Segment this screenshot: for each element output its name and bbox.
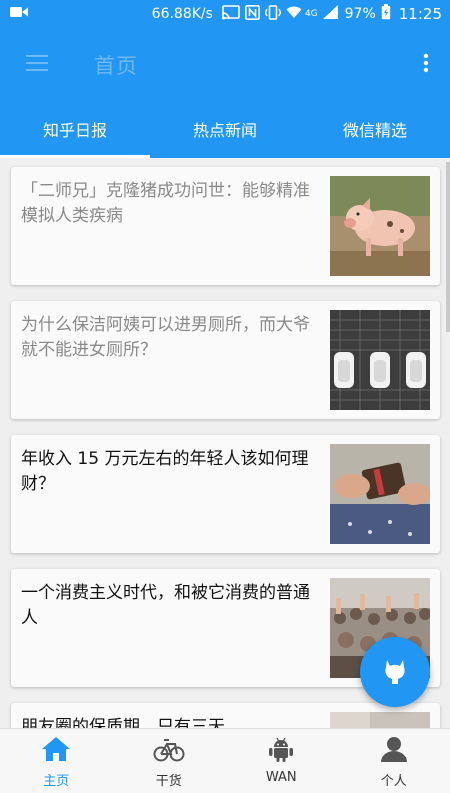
network-speed: 66.88K/s: [151, 6, 213, 22]
android-icon: [268, 736, 294, 766]
bottom-navigation: 主页 干货 WAN 个人: [0, 728, 450, 793]
tab-label: 知乎日报: [42, 121, 107, 140]
tab-zhihu-daily[interactable]: 知乎日报: [0, 100, 150, 158]
wifi-icon: [286, 5, 302, 23]
tab-label: 热点新闻: [192, 121, 257, 140]
menu-button[interactable]: [22, 50, 52, 80]
piglet-photo: [330, 176, 430, 276]
news-card[interactable]: 年收入 15 万元左右的年轻人该如何理财？: [11, 435, 440, 553]
status-bar: 66.88K/s 4G 97% 11:25: [0, 0, 450, 28]
nav-wan[interactable]: WAN: [225, 729, 338, 793]
cast-icon: [221, 4, 240, 24]
scroll-indicator[interactable]: [446, 162, 450, 332]
menu-icon: [26, 54, 48, 76]
nav-label: 个人: [380, 774, 407, 789]
person-icon: [380, 736, 407, 766]
signal-icon: [322, 5, 338, 23]
news-title: 年收入 15 万元左右的年轻人该如何理财？: [21, 449, 309, 494]
overflow-menu-button[interactable]: [416, 50, 436, 80]
nav-label: 干货: [155, 774, 182, 789]
partial-photo: [330, 712, 430, 728]
nav-goods[interactable]: 干货: [113, 729, 226, 793]
more-vert-icon: [423, 53, 429, 77]
news-title: 朋友圈的保质期，只有三天: [21, 717, 225, 728]
news-card[interactable]: 「二师兄」克隆猪成功问世：能够精准模拟人类疾病: [11, 167, 440, 285]
news-title: 为什么保洁阿姨可以进男厕所，而大爷就不能进女厕所？: [21, 315, 310, 360]
nav-profile[interactable]: 个人: [338, 729, 450, 793]
bicycle-icon: [153, 736, 185, 766]
nfc-icon: [244, 4, 260, 24]
home-icon: [41, 736, 71, 766]
clock: 11:25: [398, 5, 442, 23]
news-card[interactable]: 为什么保洁阿姨可以进男厕所，而大爷就不能进女厕所？: [11, 301, 440, 419]
github-fab-button[interactable]: [360, 637, 430, 707]
tab-bar: 知乎日报 热点新闻 微信精选: [0, 100, 450, 158]
battery-icon: [381, 4, 391, 24]
vibrate-icon: [264, 4, 282, 24]
battery-percent: 97%: [344, 6, 376, 22]
nav-label: 主页: [43, 774, 70, 789]
page-title: 首页: [94, 54, 138, 78]
video-icon: [10, 6, 28, 22]
tab-hot-news[interactable]: 热点新闻: [150, 100, 300, 158]
github-icon: [380, 655, 410, 689]
wallet-photo: [330, 444, 430, 544]
signal-type: 4G: [304, 9, 318, 19]
tab-label: 微信精选: [342, 121, 407, 140]
app-bar: 首页: [0, 28, 450, 100]
news-card[interactable]: 朋友圈的保质期，只有三天: [11, 703, 440, 728]
urinals-photo: [330, 310, 430, 410]
nav-label: WAN: [265, 770, 297, 785]
news-title: 一个消费主义时代，和被它消费的普通人: [21, 583, 310, 628]
news-title: 「二师兄」克隆猪成功问世：能够精准模拟人类疾病: [21, 181, 310, 226]
tab-wechat-picks[interactable]: 微信精选: [300, 100, 450, 158]
nav-home[interactable]: 主页: [0, 729, 113, 793]
